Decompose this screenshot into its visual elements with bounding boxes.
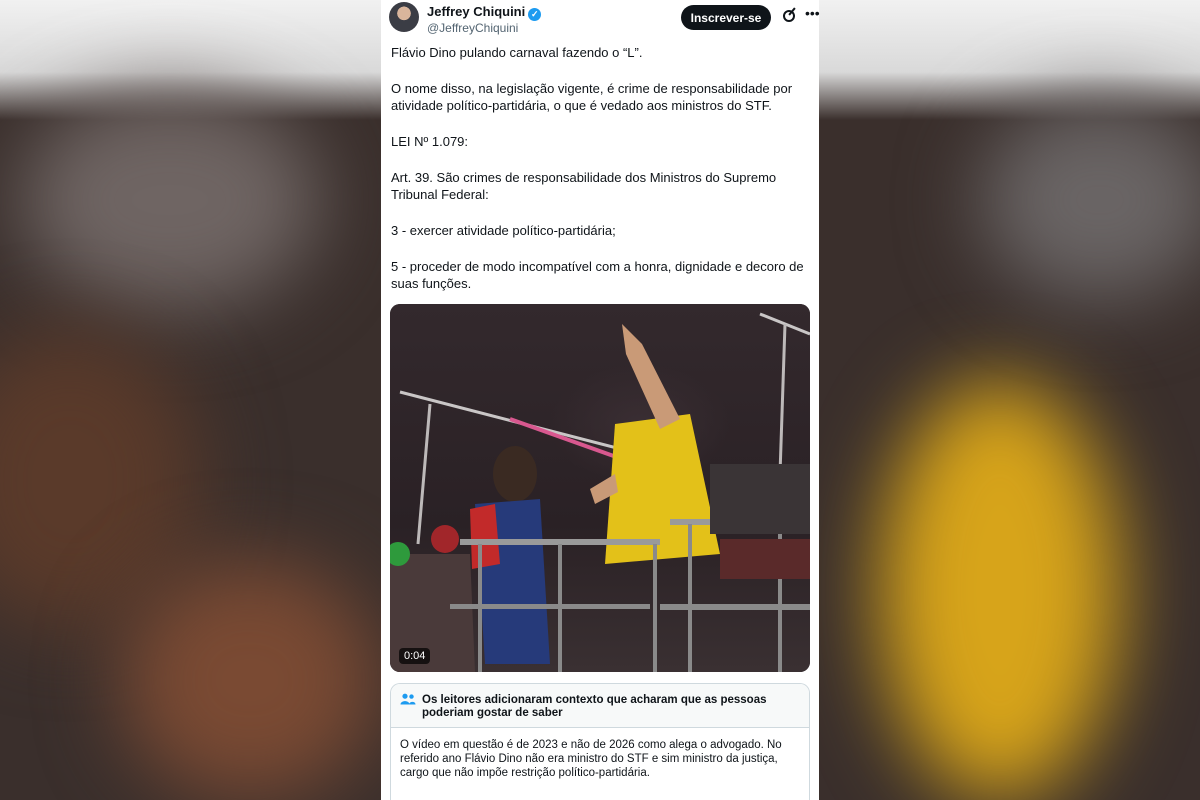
tweet-paragraph: 3 - exercer atividade político-partidári… <box>391 223 616 238</box>
people-icon <box>400 693 416 705</box>
tweet-paragraph: LEI Nº 1.079: <box>391 134 469 149</box>
more-icon[interactable]: ••• <box>805 5 820 21</box>
tweet-paragraph: Art. 39. São crimes de responsabilidade … <box>391 170 777 202</box>
avatar[interactable] <box>389 2 419 32</box>
video-timestamp: 0:04 <box>399 648 431 664</box>
video-frame <box>390 304 810 672</box>
author-handle[interactable]: @JeffreyChiquini <box>427 21 518 35</box>
grok-icon[interactable] <box>783 10 795 22</box>
verified-badge-icon: ✓ <box>528 8 542 21</box>
author-name-text[interactable]: Jeffrey Chiquini <box>427 4 525 19</box>
community-note: Os leitores adicionaram contexto que ach… <box>390 683 810 800</box>
tweet-paragraph: O nome disso, na legislação vigente, é c… <box>391 81 793 113</box>
video-player[interactable]: 0:04 <box>390 304 810 672</box>
tweet-text: Flávio Dino pulando carnaval fazendo o “… <box>391 44 811 311</box>
community-note-header: Os leitores adicionaram contexto que ach… <box>391 684 809 728</box>
tweet-header: Jeffrey Chiquini ✓ @JeffreyChiquini Inscr… <box>389 2 820 35</box>
author-name[interactable]: Jeffrey Chiquini ✓ <box>427 4 542 21</box>
tweet-card: Jeffrey Chiquini ✓ @JeffreyChiquini Inscr… <box>381 0 820 800</box>
community-note-title: Os leitores adicionaram contexto que ach… <box>422 694 767 719</box>
tweet-paragraph: 5 - proceder de modo incompatível com a … <box>391 259 804 291</box>
community-note-body: O vídeo em questão é de 2023 e não de 20… <box>400 739 782 779</box>
subscribe-button[interactable]: Inscrever-se <box>681 5 771 30</box>
tweet-paragraph: Flávio Dino pulando carnaval fazendo o “… <box>391 45 643 60</box>
video-scene <box>390 312 810 672</box>
